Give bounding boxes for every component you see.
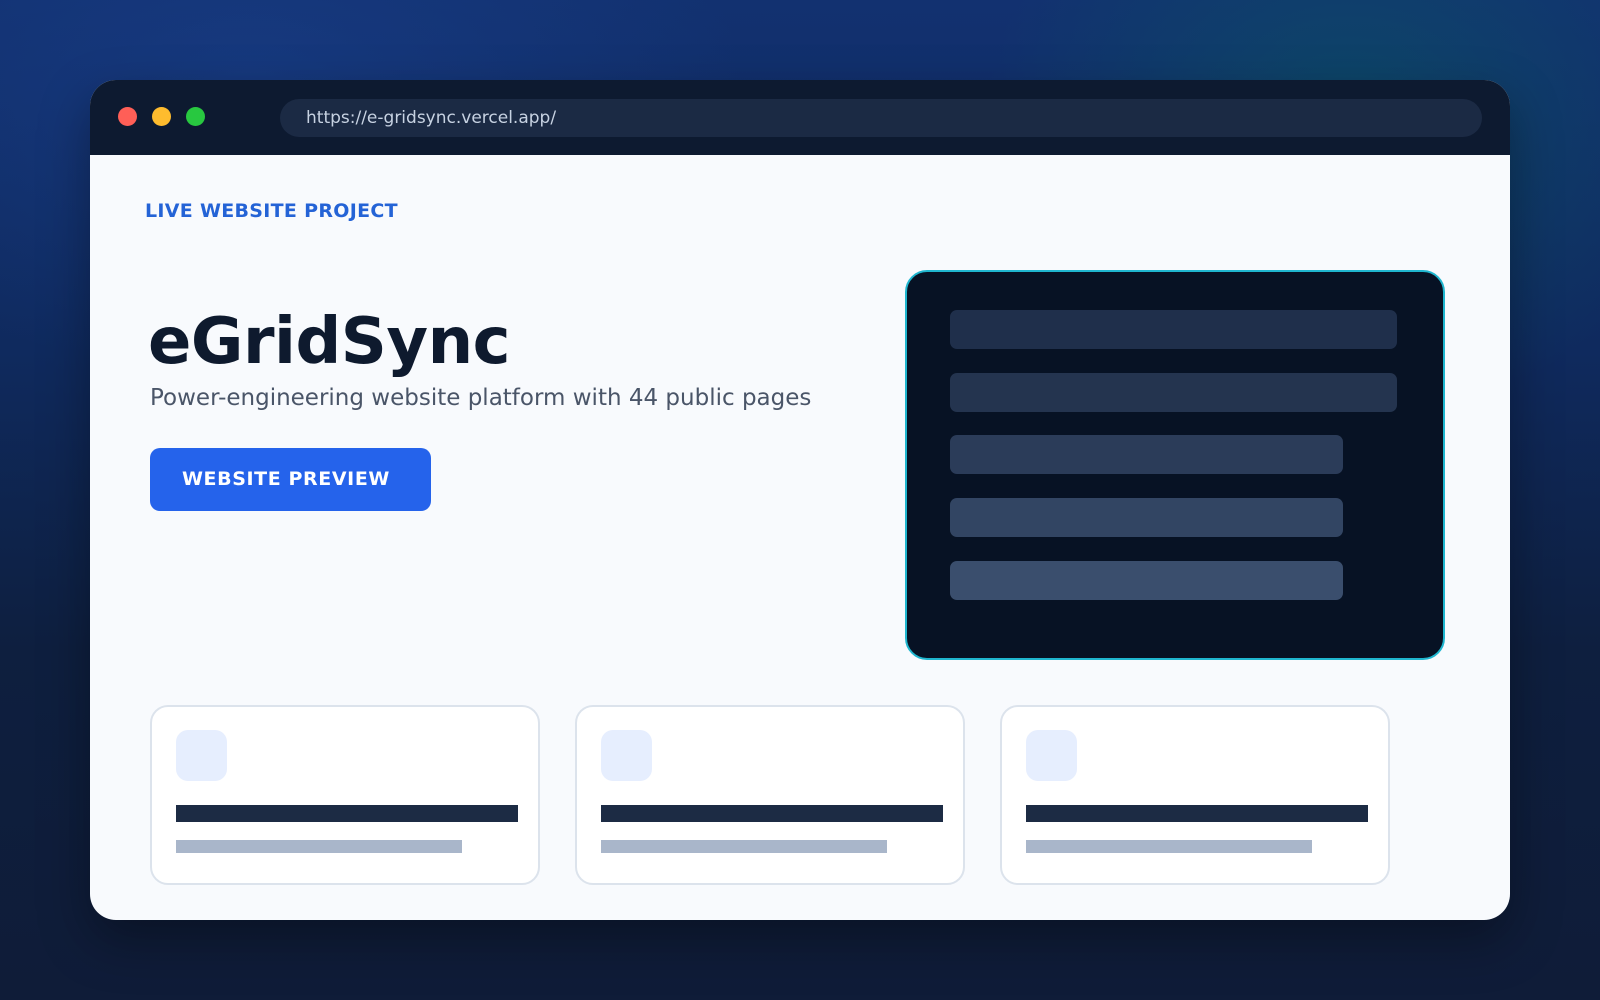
feature-icon	[1026, 730, 1077, 781]
feature-title-placeholder	[601, 805, 943, 822]
feature-text-placeholder	[1026, 840, 1312, 853]
minimize-window-button[interactable]	[152, 107, 171, 126]
website-preview-button[interactable]: WEBSITE PREVIEW	[150, 448, 431, 511]
page-title: eGridSync	[148, 305, 511, 379]
feature-text-placeholder	[601, 840, 887, 853]
website-preview-mockup	[905, 270, 1445, 660]
browser-window: https://e-gridsync.vercel.app/ LIVE WEBS…	[90, 80, 1510, 920]
mockup-bar	[950, 435, 1343, 474]
feature-text-placeholder	[176, 840, 462, 853]
feature-icon	[176, 730, 227, 781]
feature-icon	[601, 730, 652, 781]
page-subtitle: Power-engineering website platform with …	[150, 385, 812, 411]
feature-title-placeholder	[1026, 805, 1368, 822]
address-bar[interactable]: https://e-gridsync.vercel.app/	[280, 99, 1482, 137]
maximize-window-button[interactable]	[186, 107, 205, 126]
feature-card	[1000, 705, 1390, 885]
feature-card	[575, 705, 965, 885]
feature-title-placeholder	[176, 805, 518, 822]
project-eyebrow: LIVE WEBSITE PROJECT	[145, 200, 398, 222]
feature-card	[150, 705, 540, 885]
mockup-bar	[950, 310, 1397, 349]
mockup-bar	[950, 498, 1343, 537]
close-window-button[interactable]	[118, 107, 137, 126]
mockup-bar	[950, 373, 1397, 412]
mockup-bar	[950, 561, 1343, 600]
browser-toolbar: https://e-gridsync.vercel.app/	[90, 80, 1510, 155]
page-content: LIVE WEBSITE PROJECT eGridSync Power-eng…	[90, 155, 1510, 920]
